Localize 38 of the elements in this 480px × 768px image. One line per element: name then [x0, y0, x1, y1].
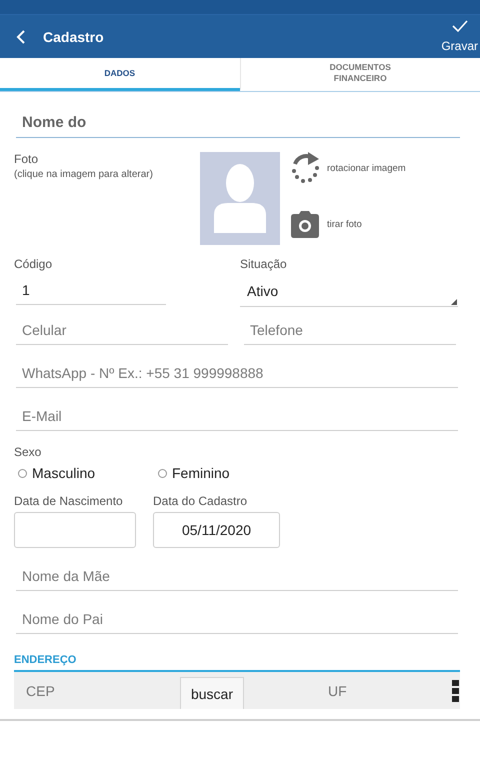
field-label: Situação	[240, 257, 288, 271]
status-dropdown[interactable]: Ativo	[240, 275, 458, 307]
phone-field[interactable]: Celular	[16, 315, 228, 345]
radio-button[interactable]	[158, 468, 167, 478]
screen-title: Cadastro	[43, 28, 104, 44]
take-photo-label[interactable]: tirar foto	[327, 218, 362, 230]
state-input[interactable]: UF	[316, 674, 416, 708]
whatsapp-field[interactable]: WhatsApp - Nº Ex.: +55 31 999998888	[16, 358, 458, 388]
camera-icon[interactable]	[289, 208, 321, 240]
field-label: Data de Nascimento	[14, 494, 124, 508]
dropdown-arrow-icon	[451, 299, 457, 305]
field-label: Sexo	[14, 445, 42, 459]
field-label: Código	[14, 257, 54, 271]
email-field[interactable]: E-Mail	[16, 401, 458, 431]
radio-button[interactable]	[18, 468, 27, 478]
radio-option[interactable]: Feminino	[158, 465, 298, 481]
radio-label: Feminino	[172, 465, 230, 481]
field-label: Foto	[14, 152, 40, 166]
rotate-icon[interactable]	[289, 152, 321, 184]
date-field[interactable]	[14, 512, 136, 548]
phone-field[interactable]: Telefone	[244, 315, 456, 345]
state-field[interactable]: UF	[244, 672, 460, 709]
save-button[interactable]: Gravar	[441, 19, 478, 53]
field-label: Data do Cadastro	[153, 494, 248, 508]
section-title: ENDEREÇO	[14, 654, 78, 668]
more-options-icon[interactable]	[452, 680, 460, 702]
rotate-image-label[interactable]: rotacionar imagem	[327, 162, 406, 174]
parent-name-field[interactable]: Nome do Pai	[16, 604, 458, 634]
radio-option[interactable]: Masculino	[18, 465, 158, 481]
parent-name-field[interactable]: Nome da Mãe	[16, 561, 458, 591]
radio-label: Masculino	[32, 465, 96, 481]
checkmark-icon	[452, 19, 468, 33]
date-field[interactable]: 05/11/2020	[153, 512, 280, 548]
search-button[interactable]: buscar	[180, 672, 244, 709]
person-silhouette-icon	[212, 163, 268, 233]
code-field[interactable]: 1	[16, 275, 166, 305]
name-field[interactable]: Nome do	[16, 108, 460, 138]
hint-text: (clique na imagem para alterar)	[14, 169, 154, 180]
